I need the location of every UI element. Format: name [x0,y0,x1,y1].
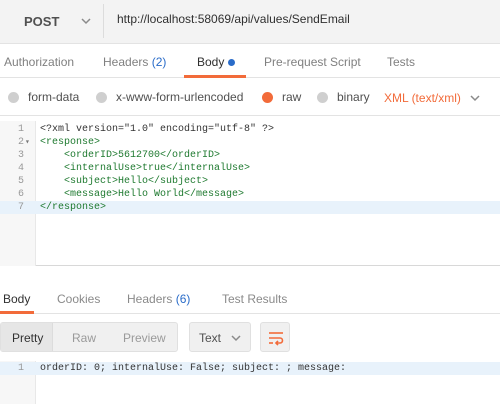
tab-cookies[interactable]: Cookies [57,292,100,306]
response-toolbar: Pretty Raw Preview Text [0,316,500,360]
radio-binary[interactable]: binary [317,90,370,104]
tab-test-results[interactable]: Test Results [222,292,287,306]
radio-label: binary [337,90,370,104]
code-line-current: 7 </response> [0,201,500,214]
body-type-options: form-data x-www-form-urlencoded raw bina… [0,78,500,116]
radio-circle-icon [96,91,107,103]
code-text: <subject>Hello</subject> [40,176,209,187]
response-body-viewer[interactable]: 1 orderID: 0; internalUse: False; subjec… [0,361,500,404]
code-text: <orderID>5612700</orderID> [40,150,221,161]
tab-tests[interactable]: Tests [387,55,415,69]
code-line: 1 <?xml version="1.0" encoding="utf-8" ?… [0,123,500,136]
tab-body-label: Body [197,55,225,69]
radio-label: x-www-form-urlencoded [116,90,244,104]
line-number: 6 [17,189,24,200]
url-input[interactable]: http://localhost:58069/api/values/SendEm… [117,12,350,26]
line-number: 7 [17,202,24,213]
code-text: <response> [40,137,101,148]
method-label: POST [24,13,60,29]
pane-divider[interactable] [0,266,500,282]
code-line: 4 <internalUse>true</internalUse> [0,162,500,175]
fold-arrow-icon[interactable]: ▾ [25,136,30,149]
tab-response-headers-label: Headers [127,292,173,306]
radio-label: form-data [28,90,80,104]
request-body-editor[interactable]: 1 <?xml version="1.0" encoding="utf-8" ?… [0,121,500,266]
code-line: 2 ▾ <response> [0,136,500,149]
tab-response-headers[interactable]: Headers (6) [127,292,190,306]
line-number: 2 [17,137,24,148]
view-raw-button[interactable]: Raw [72,331,96,345]
tab-body[interactable]: Body [197,55,236,69]
wrap-lines-icon [269,332,284,346]
line-number: 4 [17,163,24,174]
active-tab-indicator [0,311,34,314]
radio-form-data[interactable]: form-data [8,90,79,104]
radio-circle-icon [317,91,328,103]
line-number: 3 [17,150,24,161]
tab-response-body[interactable]: Body [3,292,30,306]
code-text: <?xml version="1.0" encoding="utf-8" ?> [40,124,275,135]
radio-label: raw [282,90,302,104]
method-select[interactable]: POST [4,4,104,38]
view-mode-group: Pretty Raw Preview [0,322,178,352]
code-text: <message>Hello World</message> [40,189,245,200]
wrap-lines-button[interactable] [260,322,290,352]
url-bar: POST http://localhost:58069/api/values/S… [0,0,500,44]
tab-headers[interactable]: Headers (2) [103,55,166,69]
format-select[interactable]: Text [189,322,251,352]
code-line: 3 <orderID>5612700</orderID> [0,149,500,162]
tab-headers-label: Headers [103,55,149,69]
radio-circle-icon [8,91,19,103]
radio-selected-icon [262,91,273,103]
format-select-label: Text [199,331,222,345]
response-tabs: Body Cookies Headers (6) Test Results [0,282,500,314]
view-preview-button[interactable]: Preview [123,331,166,345]
chevron-down-icon [231,335,241,342]
content-type-select[interactable]: XML (text/xml) [384,91,481,105]
request-tabs: Authorization Headers (2) Body Pre-reque… [0,44,500,78]
code-line: 6 <message>Hello World</message> [0,188,500,201]
line-number: 1 [17,363,24,374]
chevron-down-icon [81,18,91,25]
response-text: orderID: 0; internalUse: False; subject:… [40,363,347,374]
code-text: </response> [40,202,107,213]
radio-urlencoded[interactable]: x-www-form-urlencoded [96,90,243,104]
chevron-down-icon [470,95,480,102]
view-pretty-button[interactable]: Pretty [12,331,43,345]
tab-headers-count: (2) [151,55,167,69]
content-type-label: XML (text/xml) [384,91,461,105]
tab-prerequest-script[interactable]: Pre-request Script [264,55,361,69]
tab-response-headers-count: (6) [175,292,191,306]
tab-authorization[interactable]: Authorization [4,55,74,69]
response-line: 1 orderID: 0; internalUse: False; subjec… [0,362,500,375]
radio-raw[interactable]: raw [262,90,301,104]
code-text: <internalUse>true</internalUse> [40,163,251,174]
code-line: 5 <subject>Hello</subject> [0,175,500,188]
line-number: 1 [17,124,24,135]
line-number: 5 [17,176,24,187]
modified-dot-icon [228,59,236,67]
